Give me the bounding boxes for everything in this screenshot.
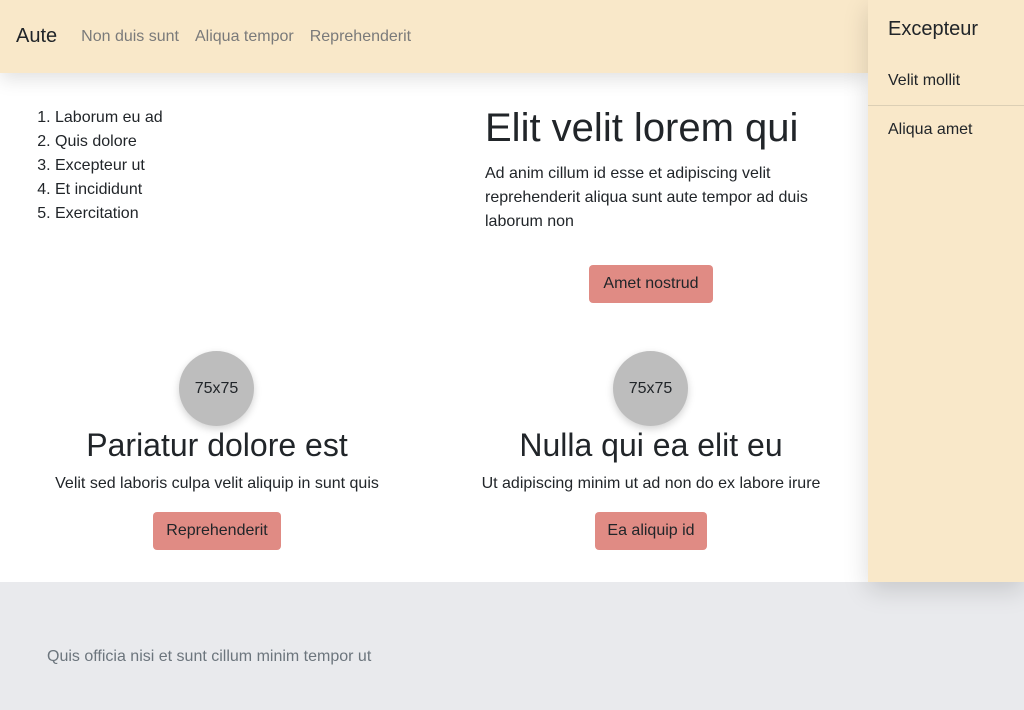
hero-text: Ad anim cillum id esse et adipiscing vel… [485, 165, 808, 230]
hero-title: Elit velit lorem qui [485, 106, 799, 150]
ea-aliquip-id-button[interactable]: Ea aliquip id [595, 512, 707, 550]
card-title: Pariatur dolore est [86, 427, 348, 463]
sidebar-divider [868, 105, 1024, 106]
list-item: Laborum eu ad [55, 106, 163, 130]
amet-nostrud-button[interactable]: Amet nostrud [589, 265, 713, 303]
sidebar-item-velit-mollit[interactable]: Velit mollit [888, 72, 960, 90]
ordered-list: Laborum eu ad Quis dolore Excepteur ut E… [55, 106, 163, 226]
brand-link[interactable]: Aute [16, 25, 57, 48]
nav-link-aliqua-tempor[interactable]: Aliqua tempor [195, 28, 294, 46]
nav-link-non-duis-sunt[interactable]: Non duis sunt [81, 28, 179, 46]
card-title: Nulla qui ea elit eu [519, 427, 783, 463]
top-navbar: Aute Non duis sunt Aliqua tempor Reprehe… [0, 0, 868, 73]
card-text: Ut adipiscing minim ut ad non do ex labo… [481, 475, 821, 492]
list-item: Quis dolore [55, 130, 163, 154]
list-item: Excepteur ut [55, 154, 163, 178]
avatar-placeholder: 75x75 [179, 351, 254, 426]
sidebar: Excepteur Velit mollit Aliqua amet [868, 0, 1024, 582]
nav-link-reprehenderit[interactable]: Reprehenderit [310, 28, 411, 46]
list-item: Exercitation [55, 202, 163, 226]
card-text: Velit sed laboris culpa velit aliquip in… [55, 475, 379, 492]
footer-text: Quis officia nisi et sunt cillum minim t… [47, 648, 372, 665]
footer: Quis officia nisi et sunt cillum minim t… [0, 582, 1024, 710]
avatar-placeholder: 75x75 [613, 351, 688, 426]
sidebar-item-aliqua-amet[interactable]: Aliqua amet [888, 121, 973, 139]
sidebar-title: Excepteur [888, 18, 979, 40]
reprehenderit-button[interactable]: Reprehenderit [153, 512, 281, 550]
list-item: Et incididunt [55, 178, 163, 202]
